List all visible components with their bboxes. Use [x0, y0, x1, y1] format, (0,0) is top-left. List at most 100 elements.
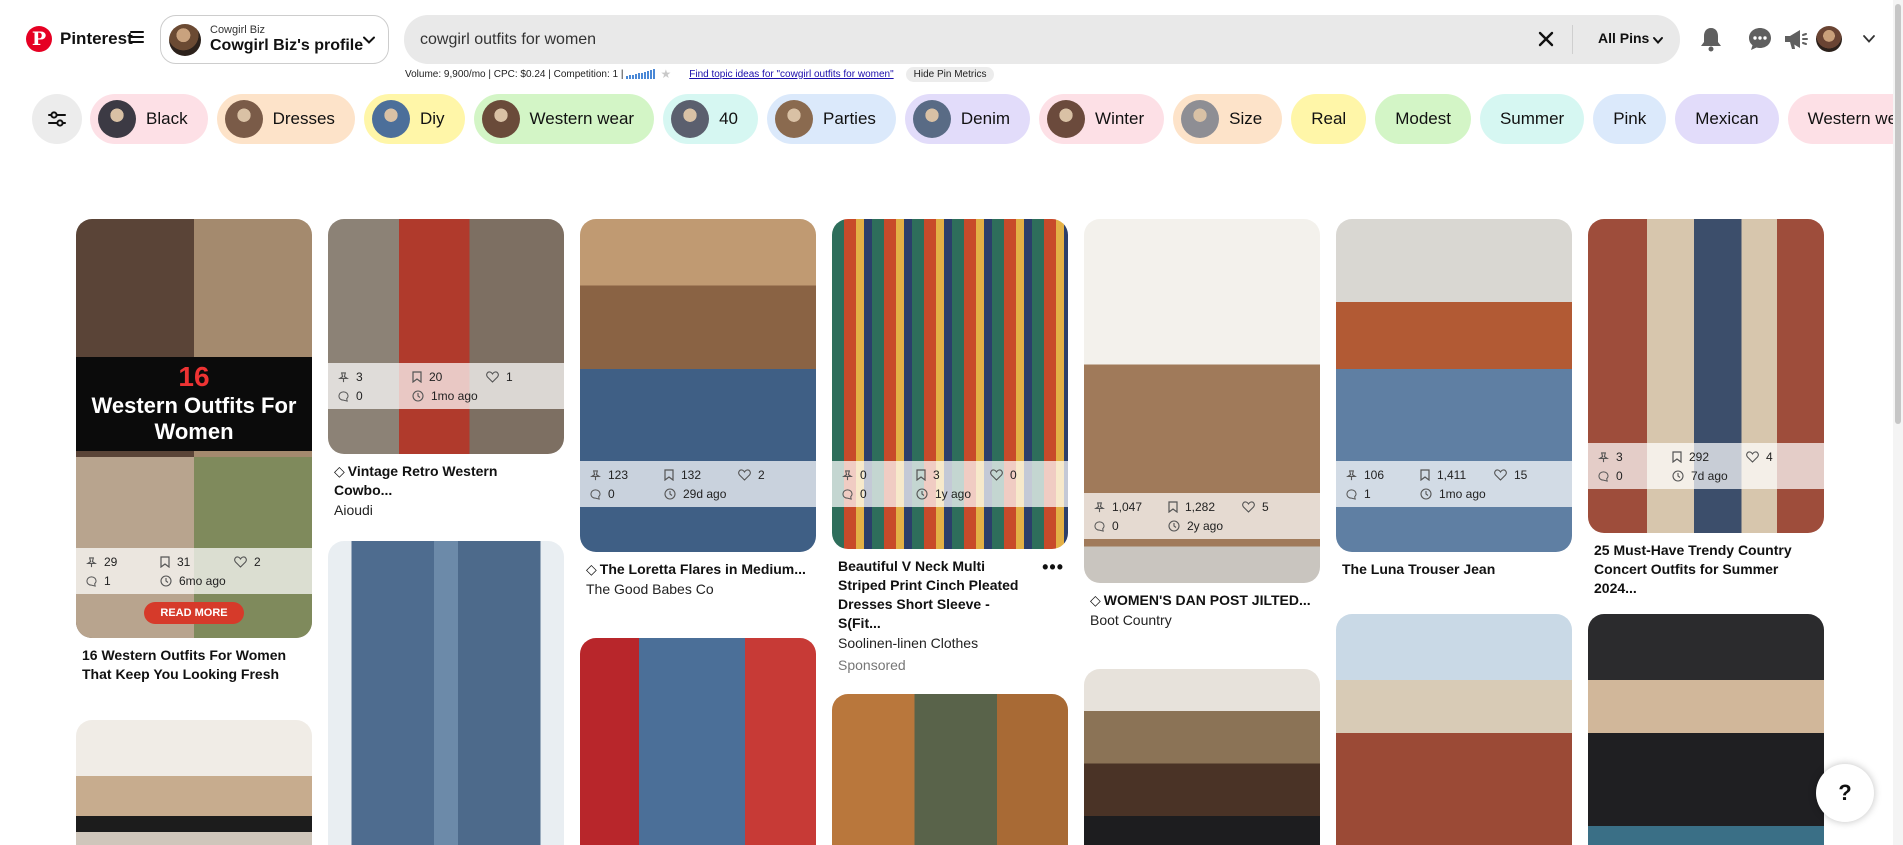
logo-text: Pinterest: [60, 29, 133, 48]
pin-image[interactable]: 1,047 1,282 5 0 2y ago: [1084, 219, 1320, 583]
filter-chip[interactable]: Black: [90, 94, 208, 144]
pin-card[interactable]: 123 132 2 0 29d ago ◇ The Loretta Flares …: [580, 219, 816, 597]
profile-name: Cowgirl Biz's profile: [210, 37, 364, 54]
announcements-megaphone-icon[interactable]: [1782, 26, 1808, 52]
pin-card[interactable]: 16 Western Outfits For Women 29 31 2 1 6…: [76, 219, 312, 684]
filter-chip[interactable]: Diy: [363, 94, 465, 144]
filter-chip[interactable]: Parties: [766, 94, 896, 144]
pin-card[interactable]: [1588, 614, 1824, 845]
pin-source[interactable]: Aioudi: [334, 502, 558, 518]
topic-ideas-link[interactable]: Find topic ideas for "cowgirl outfits fo…: [689, 69, 893, 80]
pin-image[interactable]: 16 Western Outfits For Women 29 31 2 1 6…: [76, 219, 312, 638]
hide-pin-metrics-button[interactable]: Hide Pin Metrics: [905, 66, 995, 82]
pin-source[interactable]: The Good Babes Co: [586, 581, 810, 597]
pin-card[interactable]: 3 292 4 0 7d ago 25 Must-Have Trendy Cou…: [1588, 219, 1824, 598]
search-scope-dropdown[interactable]: All Pins: [1598, 30, 1649, 46]
filter-chip[interactable]: Western wear country lor: [1787, 94, 1903, 144]
pin-source[interactable]: Boot Country: [1090, 612, 1314, 628]
filter-button[interactable]: [32, 94, 82, 144]
comment-icon: [1346, 488, 1357, 500]
favorite-star-icon[interactable]: ★: [660, 67, 671, 81]
pin-card[interactable]: [580, 638, 816, 845]
pin-card[interactable]: 106 1,411 15 1 1mo ago The Luna Trouser …: [1336, 219, 1572, 579]
filter-chip[interactable]: Denim: [904, 94, 1031, 144]
messages-icon[interactable]: [1747, 26, 1773, 52]
pin-card[interactable]: [1336, 614, 1572, 845]
filter-chip[interactable]: Summer: [1479, 94, 1585, 144]
search-input[interactable]: [420, 15, 1510, 64]
pin-title[interactable]: Beautiful V Neck Multi Striped Print Cin…: [838, 557, 1034, 633]
pin-image[interactable]: 106 1,411 15 1 1mo ago: [1336, 219, 1572, 552]
clock-icon: [412, 390, 424, 402]
pin-image[interactable]: 0 3 0 0 1y ago: [832, 219, 1068, 549]
pin-image[interactable]: [832, 694, 1068, 845]
filter-chip[interactable]: Mexican: [1675, 94, 1779, 144]
account-menu-chevron-icon[interactable]: [1862, 33, 1876, 45]
page-scrollbar[interactable]: [1893, 0, 1903, 845]
more-options-icon[interactable]: •••: [1042, 557, 1064, 578]
chip-thumbnail: [1181, 100, 1220, 138]
pin-card[interactable]: 1,047 1,282 5 0 2y ago ◇ WOMEN'S DAN POST…: [1084, 219, 1320, 628]
pin-card[interactable]: 0 3 0 0 1y ago Beautiful V Neck Multi St…: [832, 219, 1068, 673]
likes-count: 5: [1262, 500, 1269, 514]
pin-age: 6mo ago: [179, 574, 226, 588]
pin-card[interactable]: [328, 541, 564, 845]
hamburger-menu-icon[interactable]: [130, 31, 144, 43]
heart-icon: [1746, 451, 1759, 463]
clock-icon: [1168, 520, 1180, 532]
pin-image[interactable]: 3 20 1 0 1mo ago: [328, 219, 564, 454]
banner-text: Western Outfits For Women: [91, 393, 297, 444]
filter-chip[interactable]: Winter: [1039, 94, 1165, 144]
comments-count: 1: [104, 574, 111, 588]
chip-label: Black: [146, 109, 188, 128]
comment-icon: [338, 390, 349, 402]
pin-saves-icon: [842, 469, 853, 480]
comments-count: 0: [608, 487, 615, 501]
heart-icon: [1494, 469, 1507, 481]
filter-chip[interactable]: Modest: [1375, 94, 1471, 144]
clear-search-icon[interactable]: [1536, 29, 1556, 49]
pin-title[interactable]: ◇ Vintage Retro Western Cowbo...: [334, 462, 558, 500]
pin-stats-overlay: 0 3 0 0 1y ago: [832, 461, 1068, 507]
pin-title-text: The Loretta Flares in Medium...: [599, 561, 806, 577]
pinterest-logo[interactable]: P Pinterest: [26, 26, 133, 52]
likes-count: 15: [1514, 468, 1528, 482]
pin-image[interactable]: [328, 541, 564, 845]
pin-image[interactable]: [1084, 669, 1320, 845]
filter-chip[interactable]: Real: [1291, 94, 1367, 144]
pin-title[interactable]: ◇ The Loretta Flares in Medium...: [586, 560, 810, 579]
filter-chip[interactable]: Dresses: [216, 94, 355, 144]
pin-saves-icon: [590, 469, 601, 480]
heart-icon: [486, 371, 499, 383]
pin-image[interactable]: 123 132 2 0 29d ago: [580, 219, 816, 552]
likes-count: 2: [254, 555, 261, 569]
pin-image[interactable]: 3 292 4 0 7d ago: [1588, 219, 1824, 533]
pin-card[interactable]: [76, 720, 312, 845]
filter-chip[interactable]: Western wear: [473, 94, 655, 144]
pin-stats-overlay: 106 1,411 15 1 1mo ago: [1336, 461, 1572, 507]
pin-card[interactable]: [832, 694, 1068, 845]
pin-title[interactable]: ◇ WOMEN'S DAN POST JILTED...: [1090, 591, 1314, 610]
pin-title[interactable]: The Luna Trouser Jean: [1342, 560, 1566, 579]
pin-image[interactable]: [1588, 614, 1824, 845]
pin-image[interactable]: [76, 720, 312, 845]
pin-image[interactable]: [1336, 614, 1572, 845]
pin-age: 1mo ago: [1439, 487, 1486, 501]
pin-card[interactable]: 3 20 1 0 1mo ago ◇ Vintage Retro Western …: [328, 219, 564, 518]
profile-switcher[interactable]: Cowgirl Biz Cowgirl Biz's profile: [160, 15, 389, 64]
saves-count: 106: [1364, 468, 1385, 482]
user-avatar[interactable]: [1816, 26, 1842, 52]
filter-chip[interactable]: Pink: [1593, 94, 1667, 144]
notifications-bell-icon[interactable]: [1699, 26, 1723, 52]
sliders-icon: [48, 111, 66, 127]
pin-image[interactable]: [580, 638, 816, 845]
filter-chip[interactable]: 40: [663, 94, 758, 144]
pin-title[interactable]: 25 Must-Have Trendy Country Concert Outf…: [1594, 541, 1818, 598]
pin-stats-overlay: 1,047 1,282 5 0 2y ago: [1084, 493, 1320, 539]
pin-title[interactable]: 16 Western Outfits For Women That Keep Y…: [82, 646, 306, 684]
pin-source[interactable]: Soolinen-linen Clothes: [838, 635, 1062, 651]
filter-chip[interactable]: Size: [1173, 94, 1283, 144]
help-button[interactable]: ?: [1816, 764, 1874, 822]
pin-card[interactable]: [1084, 669, 1320, 845]
pin-age: 7d ago: [1691, 469, 1728, 483]
